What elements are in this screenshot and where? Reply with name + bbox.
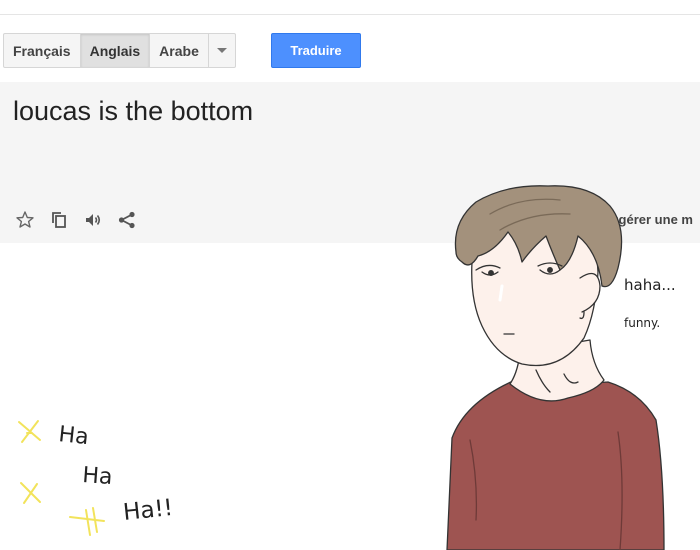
language-anglais-button[interactable]: Anglais [79, 33, 151, 68]
language-arabe-button[interactable]: Arabe [149, 33, 209, 68]
copy-icon[interactable] [48, 209, 70, 231]
language-francais-button[interactable]: Français [3, 33, 81, 68]
source-toolbar [14, 209, 138, 231]
laugh-text-2: Ha [82, 463, 114, 490]
source-text-area[interactable]: loucas is the bottom [13, 96, 253, 127]
speech-line-1: haha... [624, 276, 676, 294]
language-dropdown-button[interactable] [207, 33, 236, 68]
source-language-bar: Français Anglais Arabe [3, 33, 236, 68]
top-divider [0, 14, 700, 15]
laugh-text-1: Ha [57, 422, 89, 450]
star-icon[interactable] [14, 209, 36, 231]
sparkle-marks [18, 420, 105, 536]
speaker-icon[interactable] [82, 209, 104, 231]
speech-line-2: funny. [624, 316, 660, 330]
suggest-edit-link[interactable]: iggérer une m [607, 212, 693, 227]
laugh-text-3: Ha!! [122, 495, 174, 526]
translate-button[interactable]: Traduire [271, 33, 361, 68]
chevron-down-icon [216, 48, 227, 53]
source-text-panel: loucas is the bottom iggérer une m [0, 82, 700, 243]
share-icon[interactable] [116, 209, 138, 231]
